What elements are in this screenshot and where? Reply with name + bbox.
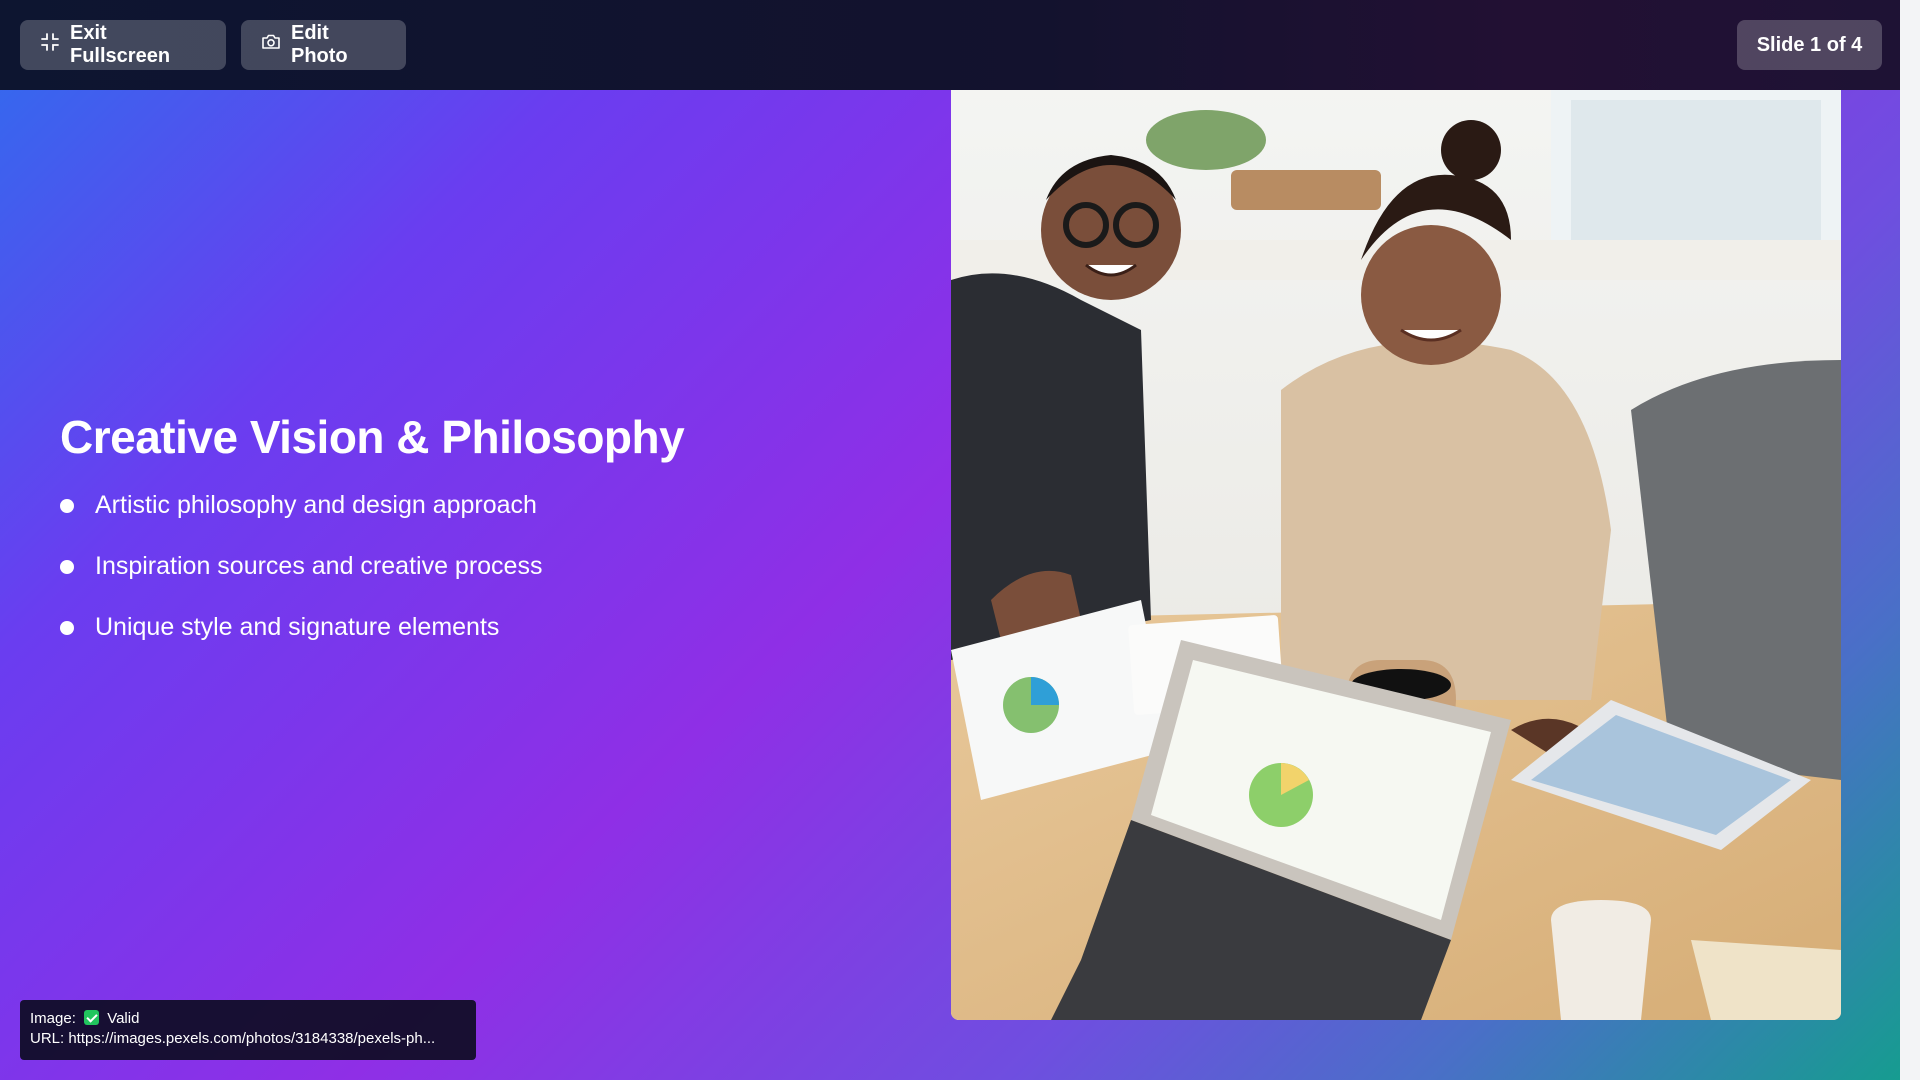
camera-icon	[261, 32, 281, 58]
bullet-item: Artistic philosophy and design approach	[60, 490, 880, 520]
minimize-icon	[40, 32, 60, 58]
exit-fullscreen-label: Exit Fullscreen	[70, 22, 171, 67]
image-status-line: Image: Valid	[30, 1009, 466, 1029]
slide-photo	[951, 60, 1841, 1020]
image-url-line: URL: https://images.pexels.com/photos/31…	[30, 1030, 436, 1047]
bullet-list: Artistic philosophy and design approach …	[60, 490, 880, 642]
edit-photo-label: Edit Photo	[291, 22, 348, 67]
scrollbar-track[interactable]	[1900, 0, 1920, 1080]
bullet-item: Unique style and signature elements	[60, 612, 880, 642]
edit-photo-button[interactable]: Edit Photo	[241, 20, 406, 70]
image-status-value: Valid	[107, 1010, 140, 1027]
slide-stage: Exit Fullscreen Edit Photo Slide 1 of 4 …	[0, 0, 1900, 1080]
slide-text-block: Creative Vision & Philosophy Artistic ph…	[60, 410, 880, 673]
fullscreen-toolbar: Exit Fullscreen Edit Photo Slide 1 of 4	[0, 0, 1900, 90]
check-icon	[84, 1010, 100, 1025]
image-status-label: Image:	[30, 1010, 76, 1027]
exit-fullscreen-button[interactable]: Exit Fullscreen	[20, 20, 226, 70]
image-debug-panel: Image: Valid URL: https://images.pexels.…	[20, 1000, 476, 1060]
slide-counter-badge: Slide 1 of 4	[1737, 20, 1882, 70]
bullet-item: Inspiration sources and creative process	[60, 551, 880, 581]
slide-title: Creative Vision & Philosophy	[60, 411, 685, 463]
